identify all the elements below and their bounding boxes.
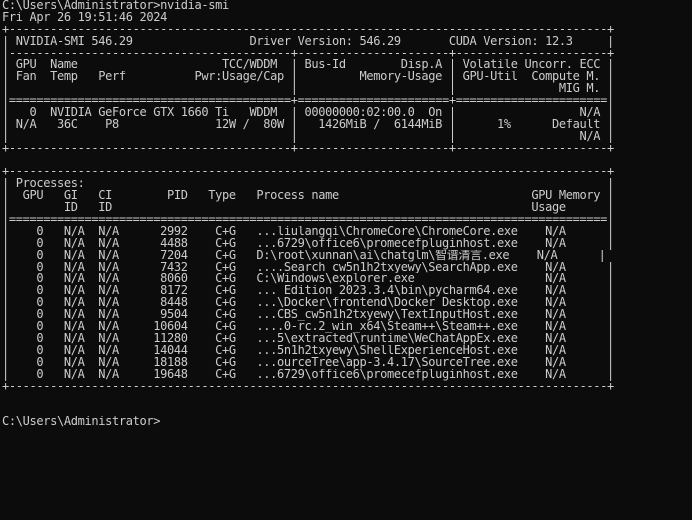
output-line: |=======================================… bbox=[2, 95, 614, 108]
viewport-edge bbox=[0, 512, 692, 520]
output-line: | 0 N/A N/A 8448 C+G ...\Docker\frontend… bbox=[2, 297, 614, 310]
output-line: C:\Users\Administrator> bbox=[2, 416, 161, 429]
output-line: |---------------------------------------… bbox=[2, 47, 614, 60]
output-line: | 0 NVIDIA GeForce GTX 1660 Ti WDDM | 00… bbox=[2, 107, 614, 119]
output-line: | Processes: | bbox=[2, 178, 614, 191]
output-line: | Fan Temp Perf Pwr:Usage/Cap | Memory-U… bbox=[2, 71, 614, 84]
output-line: +---------------------------------------… bbox=[2, 23, 614, 36]
output-line: +---------------------------------------… bbox=[2, 166, 614, 179]
output-line: +---------------------------------------… bbox=[2, 142, 614, 155]
output-line: | 0 N/A N/A 9504 C+G ...CBS_cw5n1h2txyew… bbox=[2, 309, 614, 322]
timestamp: Fri Apr 26 19:51:46 2024 bbox=[2, 11, 167, 24]
output-line: |=======================================… bbox=[2, 214, 614, 226]
output-line: | 0 N/A N/A 10604 C+G ....0-rc.2_win_x64… bbox=[2, 321, 614, 333]
output-line bbox=[0, 404, 692, 416]
output-line: | GPU GI CI PID Type Process name GPU Me… bbox=[2, 190, 614, 203]
output-line: | | | MIG M. | bbox=[2, 83, 614, 96]
output-line bbox=[0, 392, 692, 404]
output-line bbox=[0, 155, 692, 167]
output-line: | 0 N/A N/A 8060 C+G C:\Windows\explorer… bbox=[2, 273, 614, 286]
output-line: | N/A 36C P8 12W / 80W | 1426MiB / 6144M… bbox=[2, 118, 614, 131]
output-line: | 0 N/A N/A 14044 C+G ...5n1h2txyewy\She… bbox=[2, 344, 614, 357]
output-line: | | | N/A | bbox=[2, 130, 614, 143]
output-line: | 0 N/A N/A 18188 C+G ...ourceTree\app-3… bbox=[2, 356, 614, 369]
output-line: | NVIDIA-SMI 546.29 Driver Version: 546.… bbox=[2, 35, 614, 48]
terminal-window[interactable]: C:\Users\Administrator>nvidia-smi Fri Ap… bbox=[0, 0, 692, 520]
output-line: | 0 N/A N/A 8172 C+G ... Edition 2023.3.… bbox=[2, 285, 614, 298]
command-line: C:\Users\Administrator>nvidia-smi bbox=[2, 0, 229, 12]
output-line: +---------------------------------------… bbox=[2, 380, 614, 393]
output-line: | ID ID Usage | bbox=[2, 202, 614, 215]
output-line: | 0 N/A N/A 4488 C+G ...6729\office6\pro… bbox=[2, 237, 614, 250]
output-line: | 0 N/A N/A 7204 C+G D:\root\xunnan\ai\c… bbox=[2, 249, 606, 262]
nvidia-smi-output: +---------------------------------------… bbox=[0, 24, 692, 428]
output-line: | 0 N/A N/A 19648 C+G ...6729\office6\pr… bbox=[2, 368, 614, 381]
output-line: | 0 N/A N/A 11280 C+G ...5\extracted\run… bbox=[2, 332, 614, 345]
output-line: | 0 N/A N/A 7432 C+G ....Search_cw5n1h2t… bbox=[2, 261, 614, 274]
output-line: | GPU Name TCC/WDDM | Bus-Id Disp.A | Vo… bbox=[2, 59, 614, 72]
output-line: | 0 N/A N/A 2992 C+G ...liulangqi\Chrome… bbox=[2, 225, 614, 238]
